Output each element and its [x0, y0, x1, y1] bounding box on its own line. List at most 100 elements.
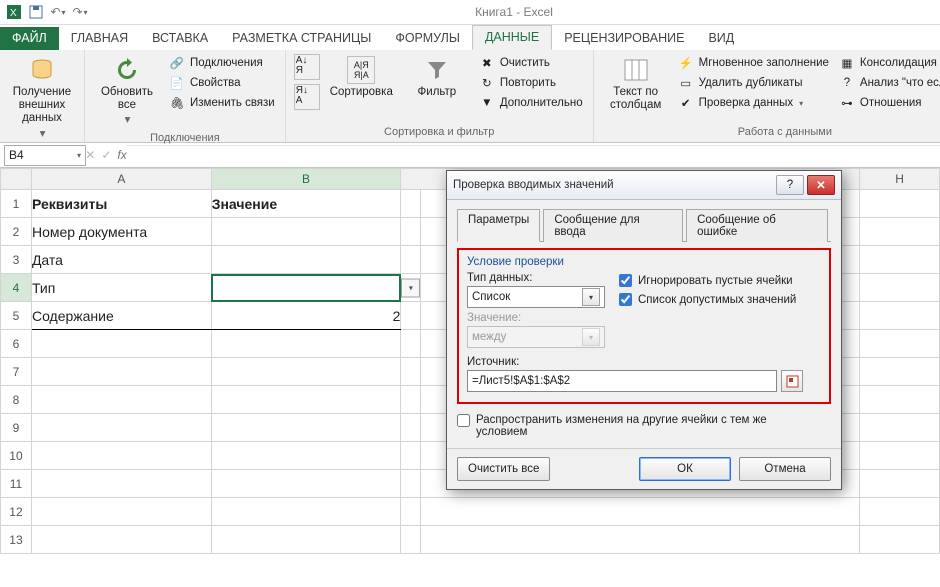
- tab-input-message[interactable]: Сообщение для ввода: [543, 209, 683, 242]
- refresh-all-button[interactable]: Обновить все▾: [93, 54, 161, 130]
- advanced-filter-button[interactable]: ▼Дополнительно: [477, 94, 585, 112]
- tab-view[interactable]: ВИД: [696, 27, 746, 50]
- tab-page-layout[interactable]: РАЗМЕТКА СТРАНИЦЫ: [220, 27, 383, 50]
- relationships-icon: ⊶: [839, 95, 855, 111]
- tab-data[interactable]: ДАННЫЕ: [472, 25, 552, 50]
- ribbon: Получение внешних данных▾ Обновить все▾ …: [0, 50, 940, 143]
- clear-filter-button[interactable]: ✖Очистить: [477, 54, 585, 72]
- filter-button[interactable]: Фильтр: [403, 54, 471, 101]
- cancel-button[interactable]: Отмена: [739, 457, 831, 481]
- cell[interactable]: Номер документа: [31, 218, 211, 246]
- cell[interactable]: Тип: [31, 274, 211, 302]
- sort-button[interactable]: A|ЯЯ|A Сортировка: [326, 54, 397, 101]
- refresh-icon: [113, 56, 141, 84]
- ribbon-tabs: ФАЙЛ ГЛАВНАЯ ВСТАВКА РАЗМЕТКА СТРАНИЦЫ Ф…: [0, 25, 940, 50]
- undo-icon[interactable]: ↶▾: [50, 4, 66, 20]
- select-all-corner[interactable]: [1, 169, 32, 190]
- whatif-icon: ?: [839, 75, 855, 91]
- allow-type-dropdown[interactable]: Список▾: [467, 286, 605, 308]
- quick-access-toolbar: X ↶▾ ↷▾: [0, 4, 88, 20]
- properties-button[interactable]: 📄Свойства: [167, 74, 277, 92]
- col-header-h[interactable]: H: [860, 169, 940, 190]
- fieldset-title: Условие проверки: [467, 256, 821, 268]
- redo-icon[interactable]: ↷▾: [72, 4, 88, 20]
- advanced-icon: ▼: [479, 95, 495, 111]
- ignore-blank-checkbox[interactable]: Игнорировать пустые ячейки: [619, 274, 796, 287]
- apply-changes-checkbox[interactable]: Распространить изменения на другие ячейк…: [457, 414, 831, 438]
- get-external-data-button[interactable]: Получение внешних данных▾: [8, 54, 76, 143]
- excel-icon: X: [6, 4, 22, 20]
- row-header[interactable]: 2: [1, 218, 32, 246]
- formula-bar[interactable]: [126, 145, 940, 165]
- sort-icon: A|ЯЯ|A: [347, 56, 375, 84]
- col-header-b[interactable]: B: [211, 169, 401, 190]
- source-input[interactable]: =Лист5!$A$1:$A$2: [467, 370, 777, 392]
- data-label: Значение:: [467, 312, 821, 324]
- tab-parameters[interactable]: Параметры: [457, 209, 540, 242]
- tab-file[interactable]: ФАЙЛ: [0, 27, 59, 50]
- row-header[interactable]: 1: [1, 190, 32, 218]
- cell[interactable]: 2: [211, 302, 401, 330]
- duplicates-icon: ▭: [678, 75, 694, 91]
- window-title: Книга1 - Excel: [88, 5, 940, 19]
- edit-links-icon: 🖇: [169, 95, 185, 111]
- close-button[interactable]: ✕: [807, 175, 835, 195]
- dropdown-handle-icon[interactable]: ▾: [401, 278, 420, 297]
- cell[interactable]: Содержание: [31, 302, 211, 330]
- tab-review[interactable]: РЕЦЕНЗИРОВАНИЕ: [552, 27, 696, 50]
- title-bar: X ↶▾ ↷▾ Книга1 - Excel: [0, 0, 940, 25]
- chevron-down-icon[interactable]: ▾: [77, 151, 81, 160]
- tab-home[interactable]: ГЛАВНАЯ: [59, 27, 140, 50]
- group-sort-label: Сортировка и фильтр: [294, 124, 585, 140]
- tab-formulas[interactable]: ФОРМУЛЫ: [383, 27, 472, 50]
- chevron-down-icon: ▾: [582, 288, 600, 306]
- text-columns-icon: [622, 56, 650, 84]
- row-header[interactable]: 5: [1, 302, 32, 330]
- edit-links-button[interactable]: 🖇Изменить связи: [167, 94, 277, 112]
- ok-button[interactable]: ОК: [639, 457, 731, 481]
- dialog-title: Проверка вводимых значений: [453, 179, 773, 191]
- cell[interactable]: Реквизиты: [31, 190, 211, 218]
- filter-icon: [423, 56, 451, 84]
- tab-error-alert[interactable]: Сообщение об ошибке: [686, 209, 828, 242]
- cell[interactable]: Значение: [211, 190, 401, 218]
- data-validation-button[interactable]: ✔Проверка данных▾: [676, 94, 831, 112]
- active-cell[interactable]: ▾: [211, 274, 401, 302]
- in-cell-dropdown-checkbox[interactable]: Список допустимых значений: [619, 293, 796, 306]
- dialog-tabs: Параметры Сообщение для ввода Сообщение …: [457, 208, 831, 242]
- connections-icon: 🔗: [169, 55, 185, 71]
- remove-duplicates-button[interactable]: ▭Удалить дубликаты: [676, 74, 831, 92]
- what-if-button[interactable]: ?Анализ "что если"▾: [837, 74, 940, 92]
- reapply-button[interactable]: ↻Повторить: [477, 74, 585, 92]
- col-header-a[interactable]: A: [31, 169, 211, 190]
- database-icon: [28, 56, 56, 84]
- properties-icon: 📄: [169, 75, 185, 91]
- clear-icon: ✖: [479, 55, 495, 71]
- data-condition-dropdown: между▾: [467, 326, 605, 348]
- row-header[interactable]: 4: [1, 274, 32, 302]
- row-header[interactable]: 3: [1, 246, 32, 274]
- tab-insert[interactable]: ВСТАВКА: [140, 27, 220, 50]
- validation-icon: ✔: [678, 95, 694, 111]
- flash-fill-button[interactable]: ⚡Мгновенное заполнение: [676, 54, 831, 72]
- connections-button[interactable]: 🔗Подключения: [167, 54, 277, 72]
- dialog-titlebar[interactable]: Проверка вводимых значений ? ✕: [447, 171, 841, 200]
- formula-bar-row: B4▾ ✕ ✓ fx: [0, 143, 940, 168]
- chevron-down-icon: ▾: [582, 328, 600, 346]
- relationships-button[interactable]: ⊶Отношения: [837, 94, 940, 112]
- save-icon[interactable]: [28, 4, 44, 20]
- enter-formula-icon: ✓: [101, 148, 111, 162]
- cell[interactable]: Дата: [31, 246, 211, 274]
- group-connections-label: Подключения: [93, 130, 277, 146]
- clear-all-button[interactable]: Очистить все: [457, 457, 550, 481]
- range-picker-button[interactable]: [781, 370, 803, 392]
- flash-icon: ⚡: [678, 55, 694, 71]
- sort-asc-icon[interactable]: A↓Я: [294, 54, 320, 80]
- name-box[interactable]: B4▾: [4, 145, 86, 166]
- validation-criteria-fieldset: Условие проверки Тип данных: Список▾ Игн…: [457, 248, 831, 404]
- worksheet-grid[interactable]: A B H 1РеквизитыЗначение 2Номер документ…: [0, 168, 940, 558]
- help-button[interactable]: ?: [776, 175, 804, 195]
- text-to-columns-button[interactable]: Текст по столбцам: [602, 54, 670, 114]
- consolidate-button[interactable]: ▦Консолидация: [837, 54, 940, 72]
- sort-desc-icon[interactable]: Я↓A: [294, 84, 320, 110]
